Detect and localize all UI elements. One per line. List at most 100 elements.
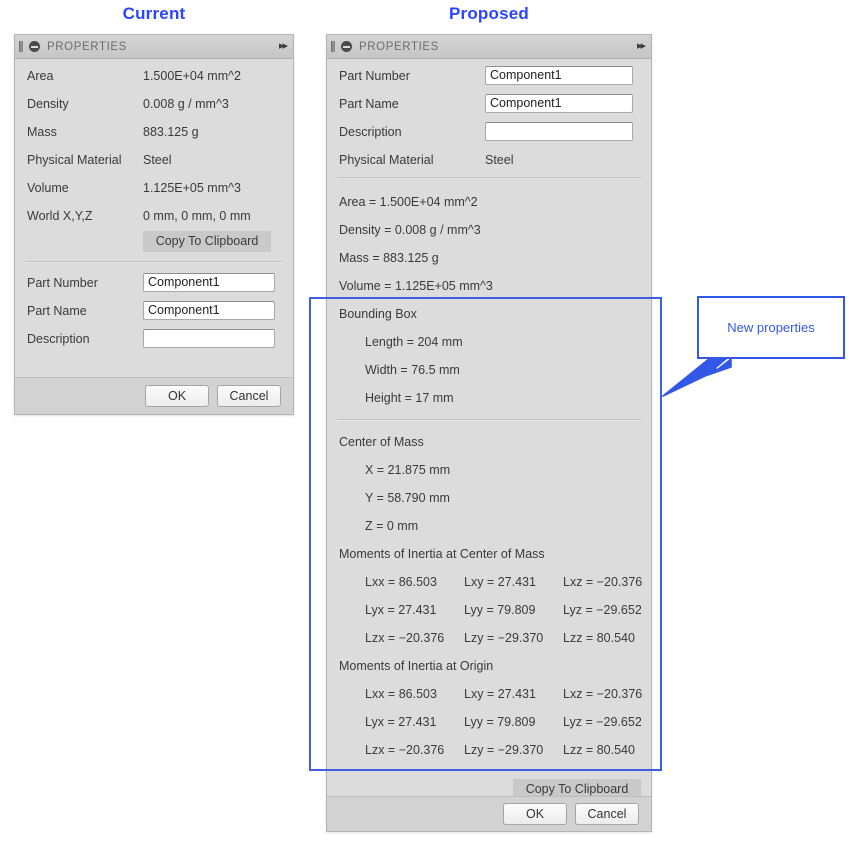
moment-cell: Lxz = −20.376 — [563, 687, 643, 701]
property-label: Mass — [27, 125, 57, 139]
divider — [337, 419, 641, 421]
group-title-bounding-box: Bounding Box — [339, 307, 417, 321]
field-row-part-name: Part Name Component1 — [27, 301, 283, 320]
moment-cell: Lxx = 86.503 — [365, 687, 437, 701]
moments-row: Lyx = 27.431 Lyy = 79.809 Lyz = −29.652 — [365, 715, 643, 729]
property-value: 0 mm, 0 mm, 0 mm — [143, 209, 251, 223]
property-value: 883.125 g — [143, 125, 199, 139]
moment-cell: Lzy = −29.370 — [464, 631, 544, 645]
double-chevron-right-icon[interactable]: ▸▸ — [637, 41, 646, 52]
stat-line-density: Density = 0.008 g / mm^3 — [339, 223, 481, 237]
field-row-description: Description — [27, 329, 283, 348]
moments-row: Lzx = −20.376 Lzy = −29.370 Lzz = 80.540 — [365, 743, 643, 757]
cancel-button[interactable]: Cancel — [575, 803, 639, 825]
cancel-button[interactable]: Cancel — [217, 385, 281, 407]
panel-title: PROPERTIES — [47, 40, 127, 53]
ok-button[interactable]: OK — [145, 385, 209, 407]
moment-cell: Lzx = −20.376 — [365, 631, 445, 645]
moment-cell: Lyx = 27.431 — [365, 603, 437, 617]
column-heading-proposed: Proposed — [448, 4, 529, 23]
property-label: Volume — [27, 181, 69, 195]
moment-cell: Lxx = 86.503 — [365, 575, 437, 589]
double-chevron-right-icon[interactable]: ▸▸ — [279, 41, 288, 52]
field-row-part-number: Part Number Component1 — [339, 66, 641, 85]
moments-row: Lxx = 86.503 Lxy = 27.431 Lxz = −20.376 — [365, 575, 643, 589]
stat-line-mass: Mass = 883.125 g — [339, 251, 439, 265]
property-row: Volume 1.125E+05 mm^3 — [27, 179, 283, 197]
proposed-panel-titlebar: PROPERTIES ▸▸ — [327, 35, 651, 59]
field-row-description: Description — [339, 122, 641, 141]
moment-cell: Lyy = 79.809 — [464, 603, 536, 617]
stat-line-width: Width = 76.5 mm — [365, 363, 460, 377]
minus-circle-icon[interactable] — [29, 41, 40, 52]
description-input[interactable] — [143, 329, 275, 348]
divider — [337, 177, 641, 179]
moment-cell: Lyz = −29.652 — [563, 603, 642, 617]
field-label: Part Name — [339, 96, 399, 111]
callout-bubble: New properties — [697, 296, 845, 359]
property-value: Steel — [485, 153, 514, 167]
moments-row: Lzx = −20.376 Lzy = −29.370 Lzz = 80.540 — [365, 631, 643, 645]
property-row: World X,Y,Z 0 mm, 0 mm, 0 mm — [27, 207, 283, 225]
property-label: Physical Material — [339, 153, 434, 167]
column-heading-current: Current — [122, 4, 186, 23]
field-label: Part Number — [339, 68, 410, 83]
panel-title: PROPERTIES — [359, 40, 439, 53]
moment-cell: Lzz = 80.540 — [563, 631, 635, 645]
stat-line-com-z: Z = 0 mm — [365, 519, 419, 533]
property-label: World X,Y,Z — [27, 209, 93, 223]
moments-row: Lyx = 27.431 Lyy = 79.809 Lyz = −29.652 — [365, 603, 643, 617]
field-label: Description — [27, 331, 90, 346]
copy-to-clipboard-button[interactable]: Copy To Clipboard — [143, 231, 271, 252]
field-label: Part Number — [27, 275, 98, 290]
moment-cell: Lzz = 80.540 — [563, 743, 635, 757]
part-number-input[interactable]: Component1 — [143, 273, 275, 292]
group-title-moments-center-of-mass: Moments of Inertia at Center of Mass — [339, 547, 545, 561]
ok-button[interactable]: OK — [503, 803, 567, 825]
moments-row: Lxx = 86.503 Lxy = 27.431 Lxz = −20.376 — [365, 687, 643, 701]
field-label: Part Name — [27, 303, 87, 318]
current-panel-body: Area 1.500E+04 mm^2 Density 0.008 g / mm… — [15, 59, 293, 414]
minus-circle-icon[interactable] — [341, 41, 352, 52]
property-label: Density — [27, 97, 69, 111]
moment-cell: Lxz = −20.376 — [563, 575, 643, 589]
part-name-input[interactable]: Component1 — [143, 301, 275, 320]
proposed-panel-body: Part Number Component1 Part Name Compone… — [327, 59, 651, 831]
current-panel-footer: OK Cancel — [15, 377, 293, 414]
description-input[interactable] — [485, 122, 633, 141]
property-value: Steel — [143, 153, 172, 167]
moment-cell: Lxy = 27.431 — [464, 575, 536, 589]
moment-cell: Lxy = 27.431 — [464, 687, 536, 701]
property-label: Physical Material — [27, 153, 122, 167]
part-number-input[interactable]: Component1 — [485, 66, 633, 85]
property-row: Physical Material Steel — [27, 151, 283, 169]
moment-cell: Lyy = 79.809 — [464, 715, 536, 729]
property-row-physical-material: Physical Material Steel — [339, 151, 641, 169]
divider — [25, 261, 283, 263]
drag-grip-icon[interactable] — [331, 41, 335, 52]
callout-label: New properties — [727, 320, 815, 335]
moment-cell: Lyz = −29.652 — [563, 715, 642, 729]
proposed-panel-footer: OK Cancel — [327, 796, 651, 831]
stat-line-com-x: X = 21.875 mm — [365, 463, 451, 477]
moment-cell: Lyx = 27.431 — [365, 715, 437, 729]
part-name-input[interactable]: Component1 — [485, 94, 633, 113]
proposed-properties-panel: PROPERTIES ▸▸ Part Number Component1 Par… — [326, 34, 652, 832]
moment-cell: Lzx = −20.376 — [365, 743, 445, 757]
drag-grip-icon[interactable] — [19, 41, 23, 52]
group-title-moments-origin: Moments of Inertia at Origin — [339, 659, 494, 673]
group-title-center-of-mass: Center of Mass — [339, 435, 424, 449]
property-value: 1.500E+04 mm^2 — [143, 69, 241, 83]
field-row-part-number: Part Number Component1 — [27, 273, 283, 292]
stat-line-height: Height = 17 mm — [365, 391, 454, 405]
property-value: 0.008 g / mm^3 — [143, 97, 229, 111]
property-row: Mass 883.125 g — [27, 123, 283, 141]
stat-line-com-y: Y = 58.790 mm — [365, 491, 450, 505]
field-label: Description — [339, 124, 402, 139]
current-panel-titlebar: PROPERTIES ▸▸ — [15, 35, 293, 59]
property-row: Density 0.008 g / mm^3 — [27, 95, 283, 113]
property-row: Area 1.500E+04 mm^2 — [27, 67, 283, 85]
field-row-part-name: Part Name Component1 — [339, 94, 641, 113]
stat-line-length: Length = 204 mm — [365, 335, 463, 349]
property-value: 1.125E+05 mm^3 — [143, 181, 241, 195]
